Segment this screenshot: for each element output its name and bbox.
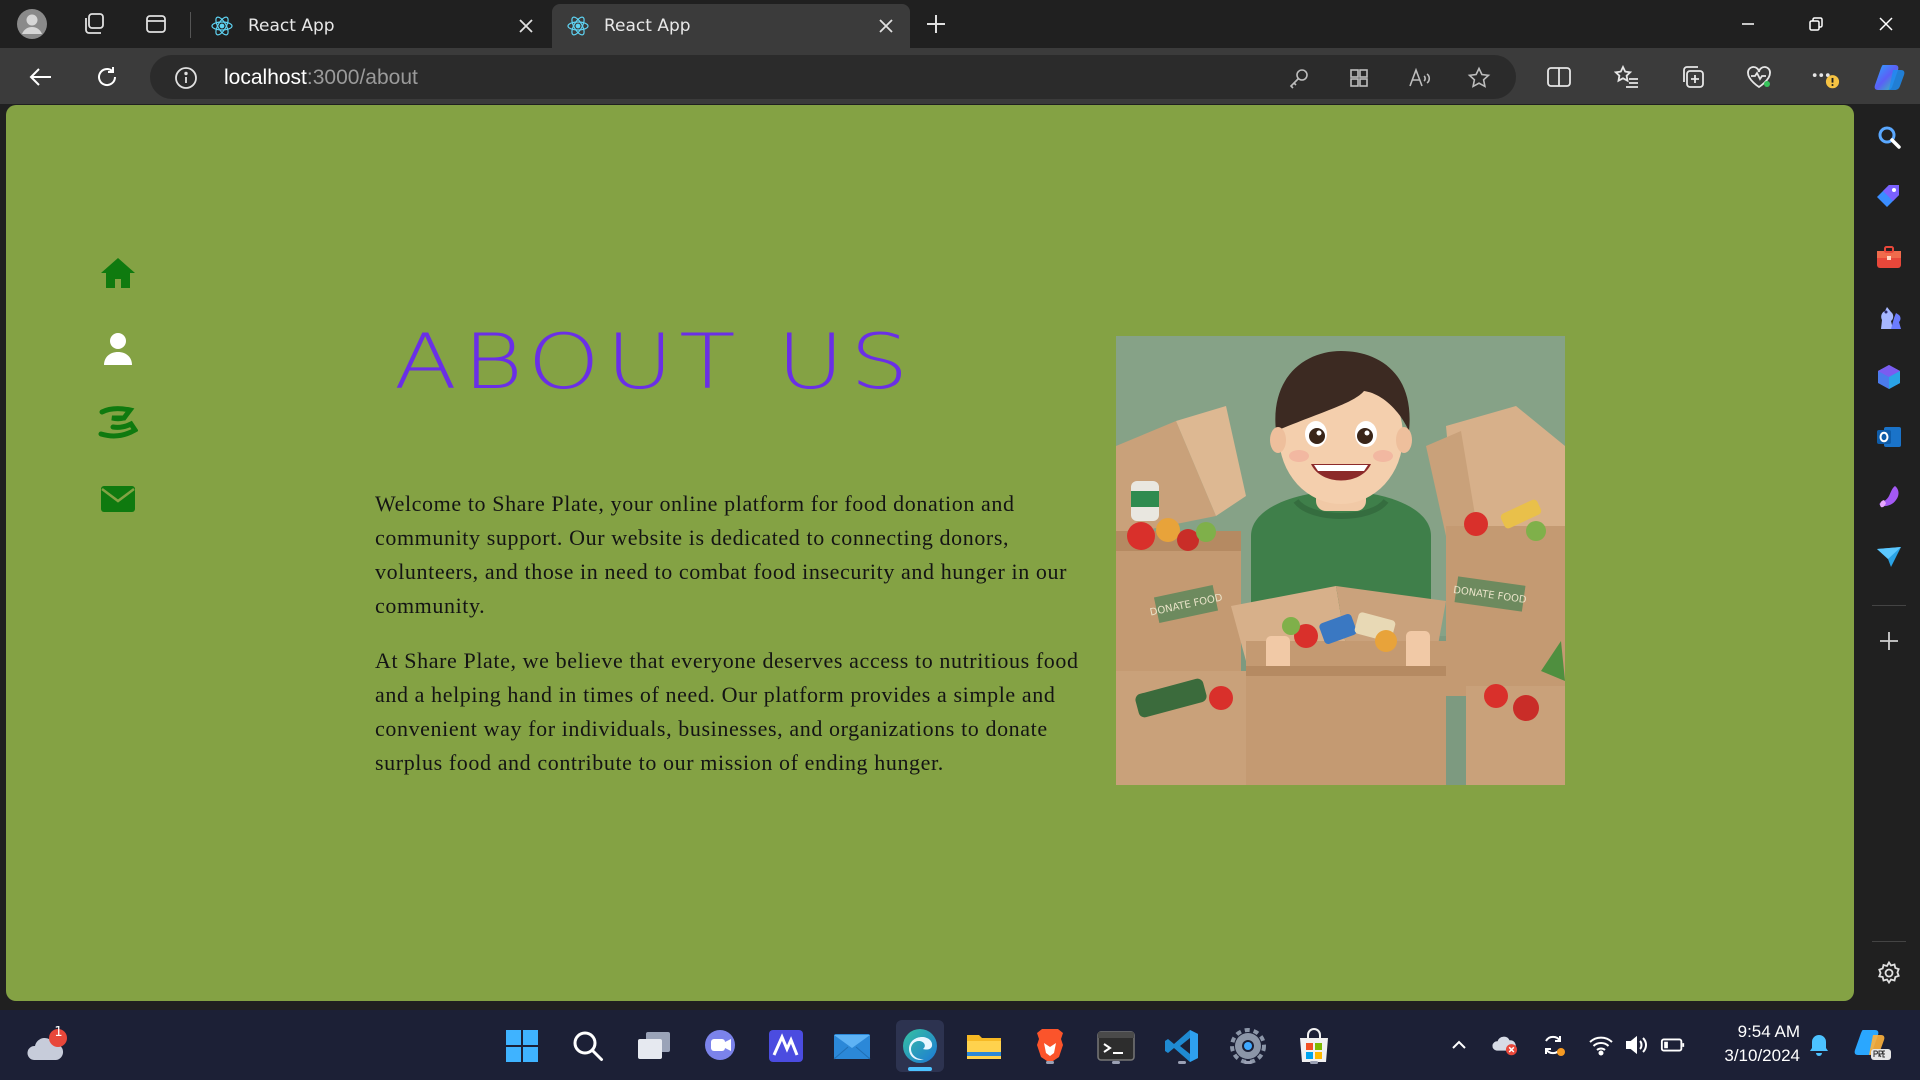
address-bar[interactable]: localhost:3000/about <box>150 55 1516 99</box>
favorite-star-icon[interactable] <box>1466 65 1492 91</box>
tab-title: React App <box>604 16 691 36</box>
collections-icon[interactable] <box>1678 62 1708 92</box>
running-indicator <box>1310 1061 1318 1064</box>
back-arrow-icon[interactable] <box>24 60 58 94</box>
nav-home[interactable] <box>98 253 138 293</box>
close-tab-icon[interactable] <box>876 16 896 36</box>
onedrive-error-icon[interactable] <box>1492 1032 1518 1058</box>
microsoft-store-icon[interactable] <box>1292 1024 1336 1068</box>
favorites-list-icon[interactable] <box>1612 62 1642 92</box>
file-explorer-icon[interactable] <box>962 1024 1006 1068</box>
running-indicator <box>1178 1061 1186 1064</box>
volume-speaker-icon[interactable] <box>1624 1032 1650 1058</box>
notification-bell-icon[interactable] <box>1806 1032 1832 1058</box>
hero-image-boy-with-food-boxes: DONATE FOOD DONATE FOOD <box>1116 336 1565 785</box>
browser-toolbar: localhost:3000/about <box>0 48 1920 104</box>
about-paragraph-1: Welcome to Share Plate, your online plat… <box>375 491 1068 618</box>
nav-about[interactable] <box>98 329 138 369</box>
tab-separator <box>190 12 191 38</box>
designer-icon[interactable] <box>1873 481 1905 513</box>
games-icon[interactable] <box>1873 301 1905 333</box>
workspaces-icon[interactable] <box>78 8 110 40</box>
clock-time: 9:54 AM <box>1737 1022 1800 1041</box>
url-path: :3000/about <box>306 66 418 89</box>
brave-browser-icon[interactable] <box>1028 1024 1072 1068</box>
home-icon <box>101 258 135 288</box>
user-icon <box>104 333 132 365</box>
url-text[interactable]: localhost:3000/about <box>224 66 418 90</box>
wifi-icon[interactable] <box>1588 1032 1614 1058</box>
about-paragraph-2: At Share Plate, we believe that everyone… <box>375 648 1079 775</box>
hand-donate-icon <box>98 406 138 439</box>
sync-update-icon[interactable] <box>1540 1032 1566 1058</box>
outlook-icon[interactable] <box>1873 421 1905 453</box>
terminal-icon[interactable] <box>1094 1024 1138 1068</box>
site-info-icon[interactable] <box>174 66 198 90</box>
close-tab-icon[interactable] <box>516 16 536 36</box>
task-view-icon[interactable] <box>632 1024 676 1068</box>
copilot-pre-icon[interactable] <box>1852 1026 1892 1062</box>
new-tab-icon[interactable] <box>920 8 952 40</box>
search-icon[interactable] <box>1873 121 1905 153</box>
sidebar-divider <box>1872 941 1906 942</box>
start-windows-icon[interactable] <box>500 1024 544 1068</box>
taskbar-search-icon[interactable] <box>566 1024 610 1068</box>
tab-actions-icon[interactable] <box>140 8 172 40</box>
read-aloud-icon[interactable] <box>1406 65 1432 91</box>
edge-browser-icon[interactable] <box>896 1020 944 1072</box>
nav-donate[interactable] <box>98 403 138 443</box>
edge-sidebar <box>1858 105 1920 1001</box>
mail-icon[interactable] <box>830 1024 874 1068</box>
more-options-icon[interactable] <box>1810 62 1840 92</box>
envelope-icon <box>101 486 135 512</box>
settings-gear-icon[interactable] <box>1873 957 1905 989</box>
react-logo-icon <box>567 16 589 36</box>
tab-react-app-2[interactable]: React App <box>552 4 910 48</box>
running-indicator <box>1244 1061 1252 1064</box>
browser-essentials-icon[interactable] <box>1744 62 1774 92</box>
close-window-icon[interactable] <box>1852 0 1920 48</box>
profile-avatar-icon[interactable] <box>16 8 48 40</box>
running-indicator <box>1046 1061 1054 1064</box>
refresh-icon[interactable] <box>90 60 124 94</box>
tools-briefcase-icon[interactable] <box>1873 241 1905 273</box>
browser-title-bar: React App React App <box>0 0 1920 48</box>
running-indicator <box>1112 1061 1120 1064</box>
restore-window-icon[interactable] <box>1782 0 1850 48</box>
url-host: localhost <box>224 66 307 89</box>
sidebar-divider <box>1872 605 1906 606</box>
split-screen-icon[interactable] <box>1544 62 1574 92</box>
drop-send-icon[interactable] <box>1873 541 1905 573</box>
add-sidebar-app-icon[interactable] <box>1873 625 1905 657</box>
page-title: ABOUT US <box>394 318 915 407</box>
weather-badge-count: 1 <box>54 1025 63 1040</box>
app-m-icon[interactable] <box>764 1024 808 1068</box>
tab-title: React App <box>248 16 335 36</box>
teams-chat-icon[interactable] <box>698 1024 742 1068</box>
microsoft-365-icon[interactable] <box>1873 361 1905 393</box>
system-clock[interactable]: 9:54 AM 3/10/2024 <box>1708 1020 1800 1068</box>
apps-grid-icon[interactable] <box>1346 65 1372 91</box>
battery-icon[interactable] <box>1660 1032 1686 1058</box>
windows-taskbar: 1 9:54 AM 3/10/2024 <box>0 1010 1920 1080</box>
weather-widget-icon[interactable]: 1 <box>26 1025 70 1070</box>
shopping-tag-icon[interactable] <box>1873 181 1905 213</box>
show-hidden-icons-chevron-up-icon[interactable] <box>1446 1032 1472 1058</box>
minimize-window-icon[interactable] <box>1714 0 1782 48</box>
react-logo-icon <box>211 16 233 36</box>
clock-date: 3/10/2024 <box>1724 1046 1800 1065</box>
page-viewport: ABOUT US Welcome to Share Plate, your on… <box>6 105 1854 1001</box>
nav-contact[interactable] <box>98 479 138 519</box>
active-app-indicator <box>908 1067 932 1071</box>
key-icon[interactable] <box>1286 65 1312 91</box>
vscode-icon[interactable] <box>1160 1024 1204 1068</box>
tab-react-app-1[interactable]: React App <box>196 4 550 48</box>
settings-app-icon[interactable] <box>1226 1024 1270 1068</box>
copilot-icon[interactable] <box>1872 62 1908 92</box>
